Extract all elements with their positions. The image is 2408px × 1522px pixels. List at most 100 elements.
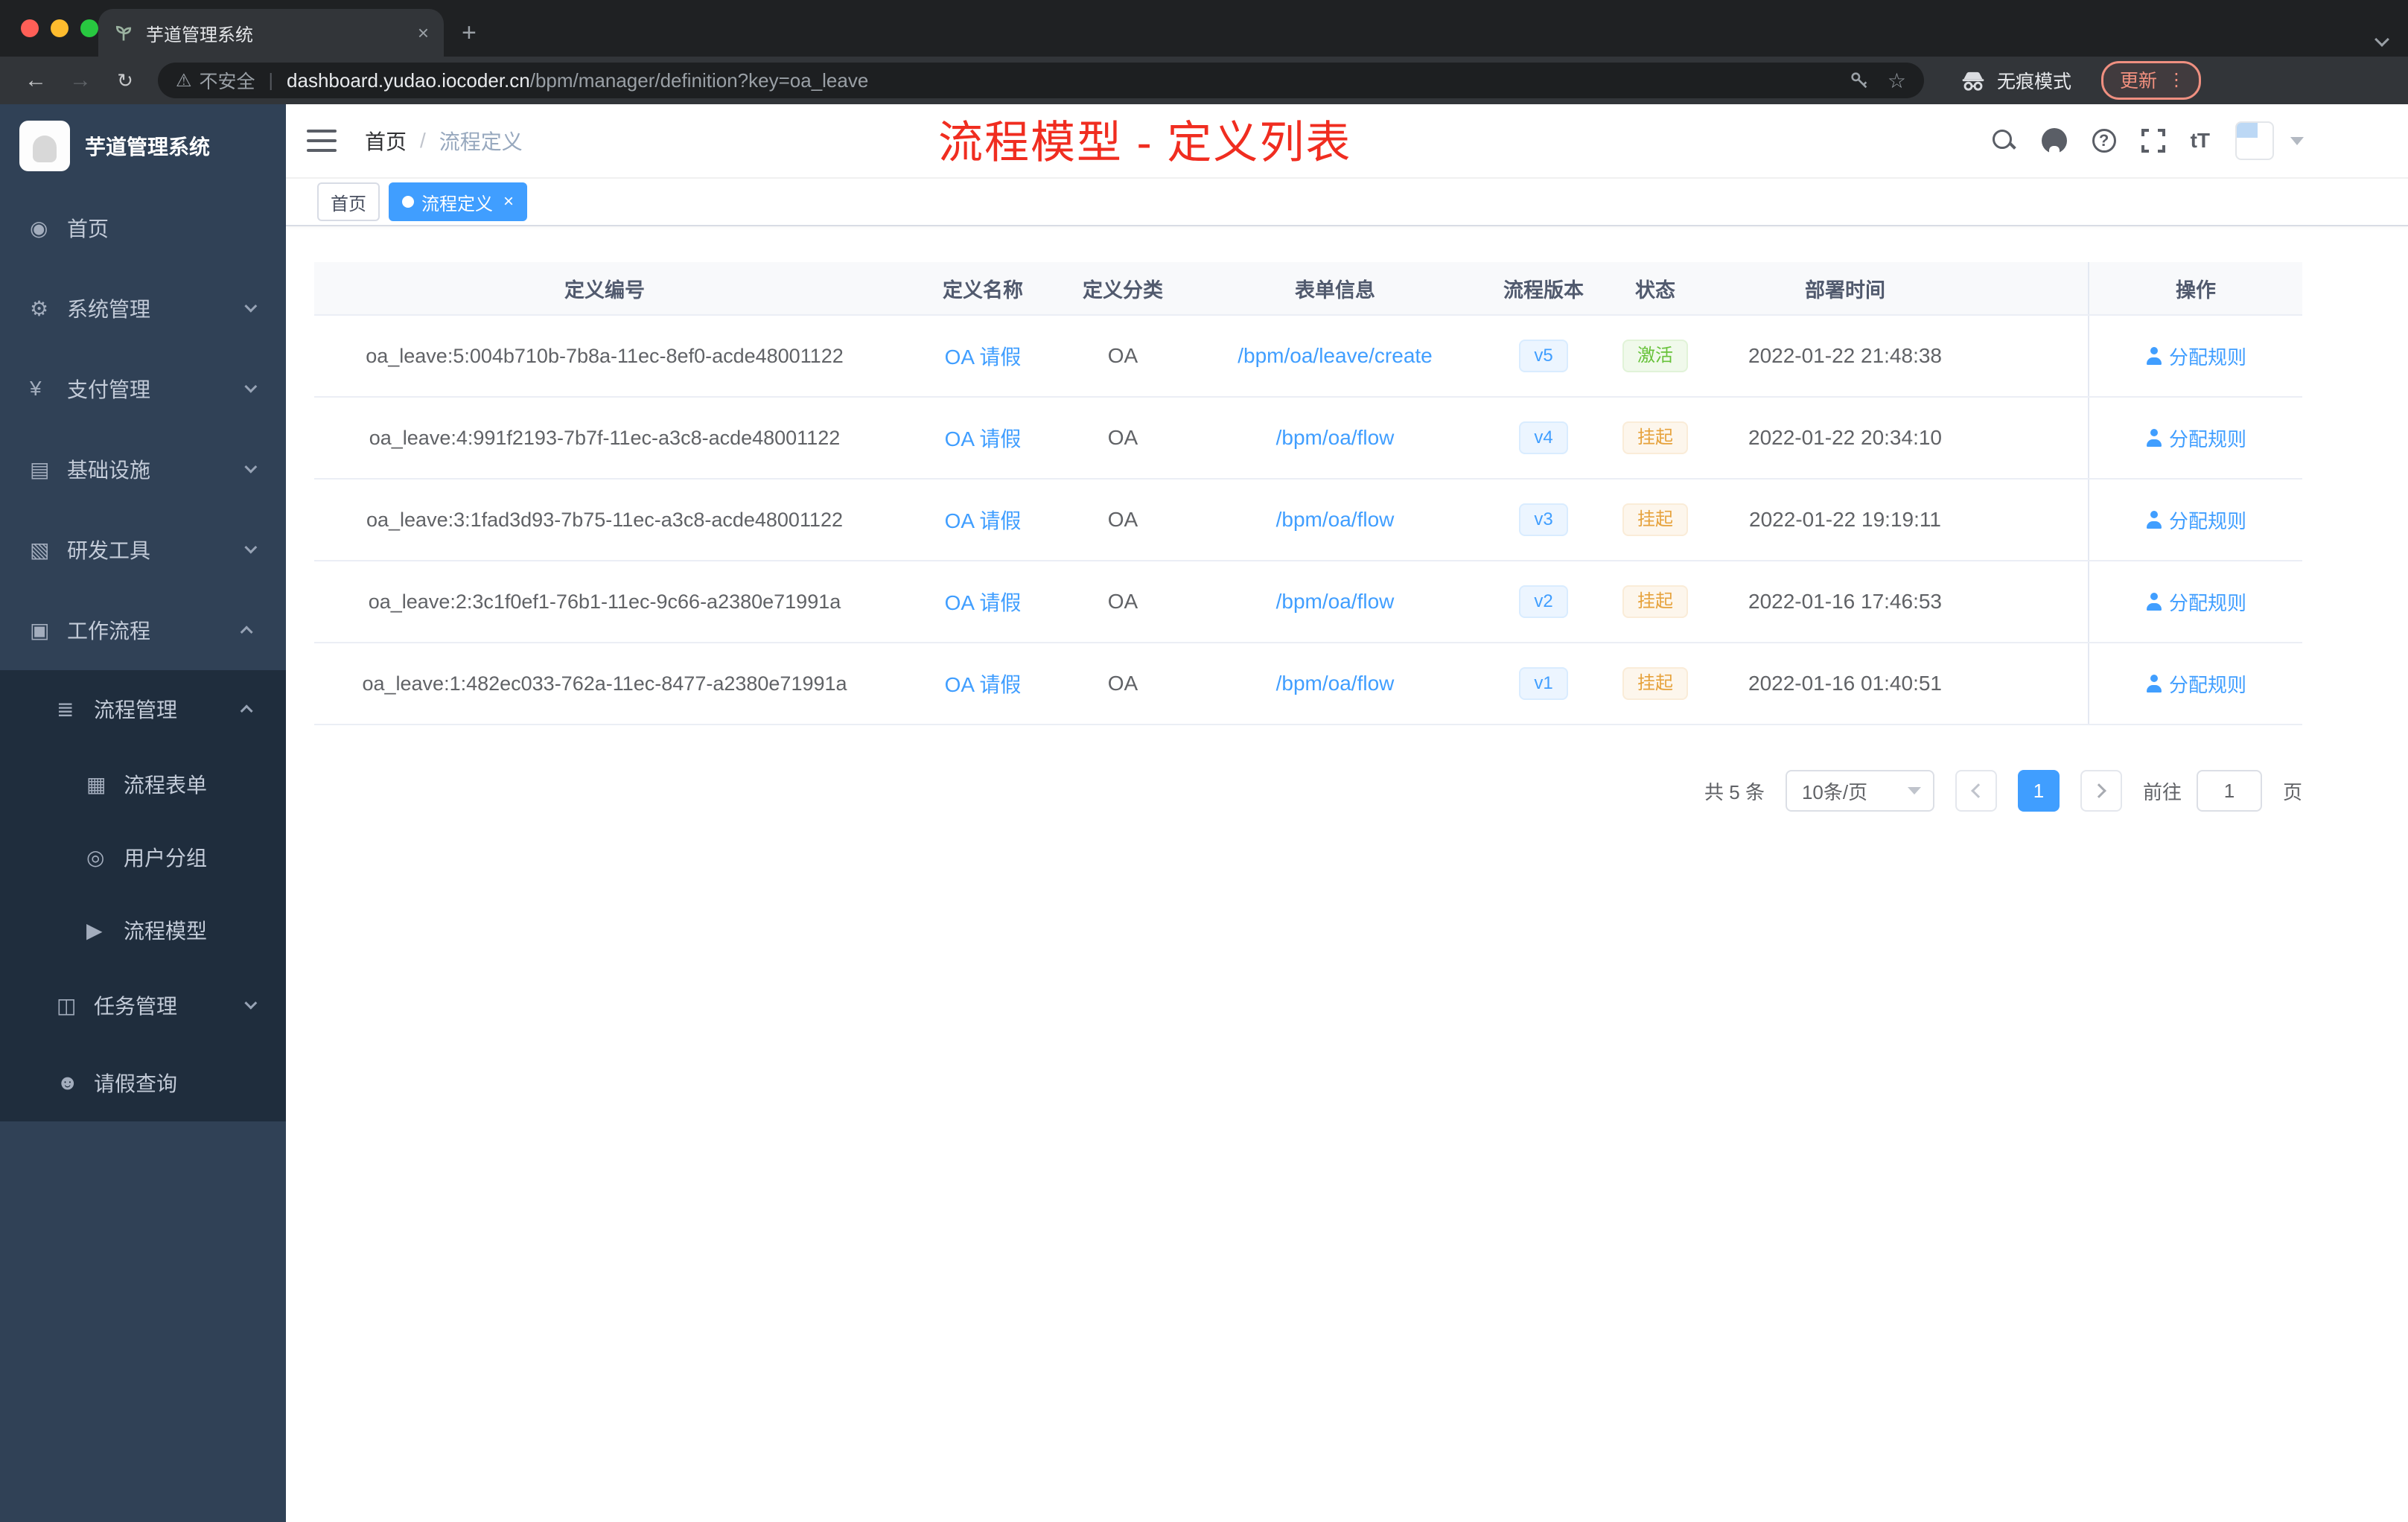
status-badge: 挂起 [1622,667,1688,700]
table-row: oa_leave:2:3c1f0ef1-76b1-11ec-9c66-a2380… [314,561,2302,643]
fullscreen-icon[interactable] [2141,129,2165,153]
form-info-link[interactable]: /bpm/oa/flow [1276,508,1395,531]
sidebar-item[interactable]: ◫ 任务管理 [0,967,286,1044]
leave-query-icon: ☻ [57,1071,79,1094]
sidebar-item[interactable]: ▤ 基础设施 [0,429,286,509]
page-unit-label: 页 [2282,780,2302,803]
select-caret-icon [1907,787,1921,795]
sidebar-item[interactable]: ☻ 请假查询 [0,1044,286,1121]
col-definition-category: 定义分类 [1083,278,1163,302]
bookmark-star-icon[interactable] [1888,69,1906,93]
form-info-link[interactable]: /bpm/oa/flow [1276,426,1395,449]
sidebar-logo-row[interactable]: 芋道管理系统 [0,104,286,188]
version-badge: v2 [1519,585,1568,618]
view-tag[interactable]: 首页 [317,182,380,221]
help-icon[interactable] [2092,129,2116,153]
assign-rule-button[interactable]: 分配规则 [2145,506,2246,534]
prev-page-button[interactable] [1955,770,1997,812]
version-badge: v4 [1519,421,1568,454]
minimize-window-button[interactable] [51,19,69,37]
table-header-row: 定义编号 定义名称 定义分类 表单信息 流程版本 状态 部署时间 操作 [314,262,2302,316]
definition-category: OA [1107,672,1138,695]
incognito-icon [1962,71,1984,91]
assign-rule-button[interactable]: 分配规则 [2145,588,2246,616]
github-icon[interactable] [2041,128,2067,153]
form-info-link[interactable]: /bpm/oa/flow [1276,672,1395,695]
tab-close-icon[interactable] [418,22,429,45]
form-info-link[interactable]: /bpm/oa/leave/create [1238,344,1433,367]
definition-name-link[interactable]: OA 请假 [945,346,1022,369]
maximize-window-button[interactable] [80,19,98,37]
sidebar-item[interactable]: ▧ 研发工具 [0,509,286,590]
close-window-button[interactable] [21,19,39,37]
incognito-badge: 无痕模式 [1960,67,2071,94]
sidebar-item[interactable]: ▦ 流程表单 [0,748,286,821]
sidebar-item[interactable]: ◎ 用户分组 [0,821,286,894]
avatar[interactable] [2235,121,2274,160]
sidebar-item-label: 研发工具 [67,539,151,562]
sidebar-item[interactable]: ⚙ 系统管理 [0,268,286,348]
definition-id: oa_leave:4:991f2193-7b7f-11ec-a3c8-acde4… [369,426,841,449]
content: 定义编号 定义名称 定义分类 表单信息 流程版本 状态 部署时间 操作 oa_l… [286,226,2408,1522]
browser-menu-kebab-icon[interactable] [2167,69,2185,91]
forward-icon[interactable] [63,63,98,98]
not-secure-warning-icon [176,70,192,92]
definition-id: oa_leave:3:1fad3d93-7b75-11ec-a3c8-acde4… [366,508,844,531]
definition-name-link[interactable]: OA 请假 [945,427,1022,450]
sidebar-item[interactable]: ≣ 流程管理 [0,670,286,748]
navbar-actions [1991,121,2408,160]
infrastructure-icon: ▤ [30,457,50,481]
address-bar[interactable]: 不安全 | dashboard.yudao.iocoder.cn /bpm/ma… [158,63,1924,98]
assign-rule-button[interactable]: 分配规则 [2145,343,2246,370]
definition-category: OA [1107,508,1138,531]
back-icon[interactable] [18,63,54,98]
definition-name-link[interactable]: OA 请假 [945,591,1022,614]
definition-name-link[interactable]: OA 请假 [945,509,1022,532]
new-tab-button[interactable] [462,19,477,48]
app-logo [19,121,70,171]
definition-category: OA [1107,426,1138,449]
assign-rule-label: 分配规则 [2168,673,2246,696]
definition-category: OA [1107,590,1138,613]
total-count-label: 共 5 条 [1704,780,1765,803]
form-info-link[interactable]: /bpm/oa/flow [1276,590,1395,613]
tag-close-icon[interactable]: × [503,191,514,212]
font-size-icon[interactable] [2191,130,2210,151]
breadcrumb-home[interactable]: 首页 [365,126,407,156]
url-host: dashboard.yudao.iocoder.cn [287,69,530,92]
app-title: 芋道管理系统 [85,136,211,159]
search-icon[interactable] [1991,128,2016,153]
page-size-select[interactable]: 10条/页 [1785,770,1934,812]
incognito-label: 无痕模式 [1997,71,2072,92]
tab-search-chevron-icon[interactable] [2374,32,2389,47]
definition-name-link[interactable]: OA 请假 [945,673,1022,696]
sidebar-item-label: 用户分组 [124,847,208,870]
browser-tab[interactable]: 芋道管理系统 [98,9,444,57]
browser-update-button[interactable]: 更新 [2101,61,2202,100]
task-management-icon: ◫ [57,993,77,1017]
goto-page-input[interactable] [2196,770,2262,812]
sidebar-item[interactable]: ▣ 工作流程 [0,590,286,670]
sidebar-item[interactable]: ▶ 流程模型 [0,894,286,967]
dev-tools-icon: ▧ [30,538,50,561]
deploy-time: 2022-01-22 20:34:10 [1748,426,1942,449]
gear-icon: ⚙ [30,296,49,320]
page-number-button[interactable]: 1 [2017,770,2060,812]
view-tag[interactable]: 流程定义 × [389,182,528,221]
next-page-button[interactable] [2080,770,2122,812]
person-icon [2145,675,2163,692]
sidebar-item[interactable]: ◉ 首页 [0,188,286,268]
col-actions: 操作 [2088,262,2302,314]
assign-rule-button[interactable]: 分配规则 [2145,670,2246,698]
table-row: oa_leave:4:991f2193-7b7f-11ec-a3c8-acde4… [314,398,2302,480]
person-icon [2145,511,2163,529]
col-process-version: 流程版本 [1503,278,1584,302]
assign-rule-button[interactable]: 分配规则 [2145,424,2246,452]
sidebar-toggle-icon[interactable] [307,130,337,152]
avatar-caret-icon[interactable] [2290,136,2304,145]
assign-rule-label: 分配规则 [2168,427,2246,450]
sidebar-item[interactable]: ¥ 支付管理 [0,348,286,429]
password-key-icon[interactable] [1849,70,1870,91]
definition-id: oa_leave:2:3c1f0ef1-76b1-11ec-9c66-a2380… [368,590,841,613]
reload-icon[interactable] [107,63,143,98]
